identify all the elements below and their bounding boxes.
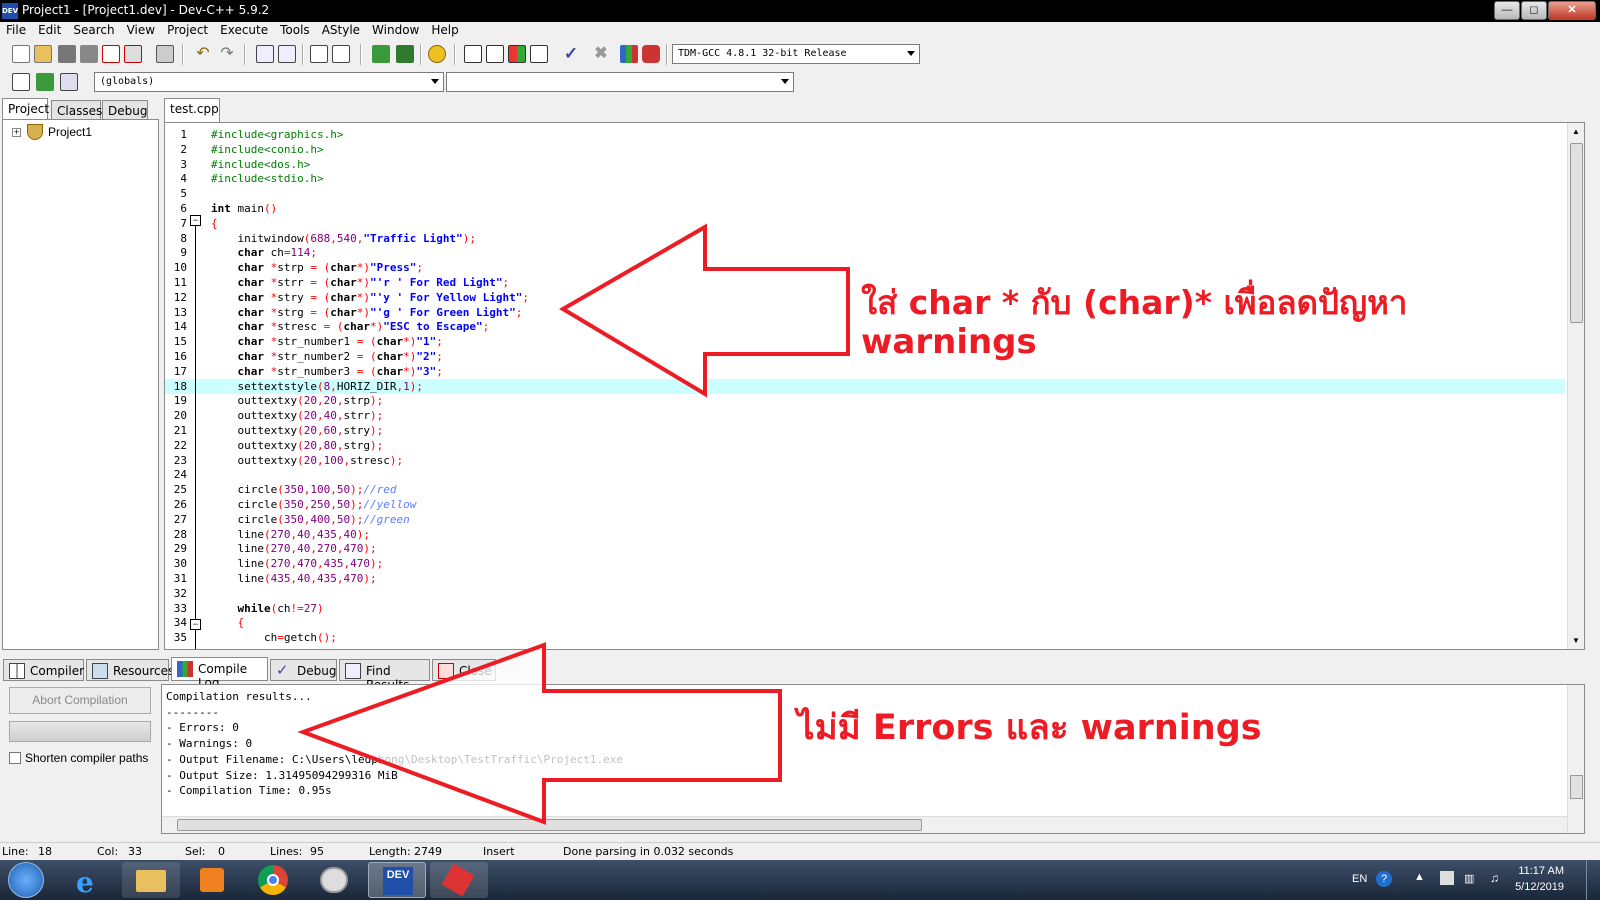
explorer-taskbar-button[interactable] (122, 862, 180, 898)
ie-taskbar-button[interactable]: e (62, 862, 120, 899)
network-icon[interactable]: ▥ (1464, 872, 1474, 885)
show-desktop-button[interactable] (1586, 860, 1600, 900)
chrome-icon (258, 865, 288, 895)
paint-taskbar-button[interactable] (306, 862, 364, 898)
devcpp-icon: DEV (383, 867, 413, 895)
clock-time[interactable]: 11:17 AM (1512, 865, 1564, 877)
top-arrow (559, 223, 850, 398)
media-taskbar-button[interactable] (182, 862, 240, 898)
volume-icon[interactable]: ♫ (1490, 871, 1499, 885)
other-taskbar-button[interactable] (430, 862, 488, 898)
annotation-arrows (297, 223, 850, 825)
annotation-top-line2: warnings (861, 322, 1037, 362)
language-indicator[interactable]: EN (1352, 873, 1367, 885)
app-icon (441, 863, 475, 897)
devcpp-taskbar-button[interactable]: DEV (368, 862, 426, 898)
help-icon[interactable]: ? (1376, 871, 1392, 887)
start-button[interactable] (8, 862, 44, 898)
taskbar: e DEV EN ? ▲ ▥ ♫ 11:17 AM 5/12/2019 (0, 860, 1600, 900)
chrome-taskbar-button[interactable] (244, 862, 302, 898)
clock-date[interactable]: 5/12/2019 (1512, 881, 1564, 893)
ie-icon: e (76, 866, 94, 899)
flag-icon[interactable] (1440, 871, 1454, 885)
media-player-icon (200, 868, 224, 892)
chrome-center-icon (267, 874, 279, 886)
app-window: DEV Project1 - [Project1.dev] - Dev-C++ … (0, 0, 1600, 900)
paint-icon (320, 867, 348, 893)
show-hidden-icon[interactable]: ▲ (1414, 871, 1425, 883)
bottom-arrow (297, 642, 782, 825)
folder-icon (136, 870, 166, 892)
annotation-bottom: ไม่มี Errors และ warnings (797, 708, 1262, 748)
